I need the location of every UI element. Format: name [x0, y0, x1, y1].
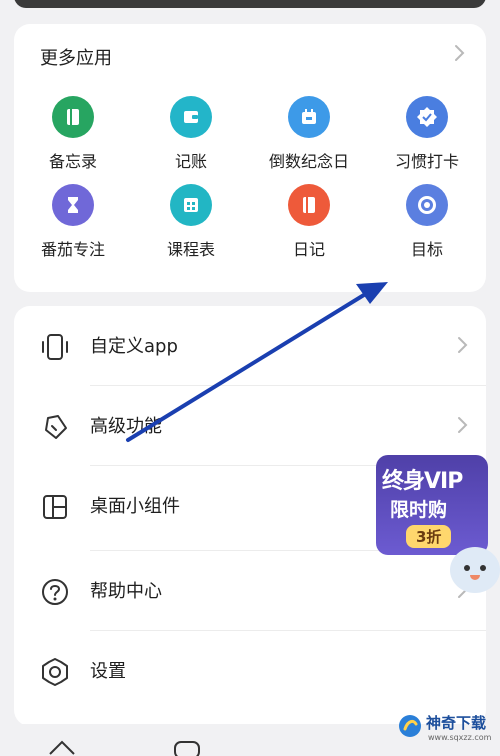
app-label: 课程表	[166, 240, 215, 259]
phone-customize-icon	[42, 334, 68, 360]
promo-line2: 限时购	[390, 499, 448, 521]
premium-tag-icon	[45, 415, 67, 439]
app-label: 记账	[174, 152, 207, 171]
app-item-countdown[interactable]: 倒数纪念日	[250, 96, 368, 172]
app-item-diary[interactable]: 日记	[250, 184, 368, 260]
app-label: 倒数纪念日	[268, 152, 349, 171]
notebook-icon	[67, 109, 79, 125]
menu-label: 高级功能	[90, 416, 162, 437]
chevron-right-icon	[458, 417, 468, 433]
wallet-icon	[184, 111, 198, 123]
more-apps-title: 更多应用	[40, 48, 112, 69]
menu-item-settings[interactable]: 设置	[14, 631, 486, 711]
app-item-bookkeeping[interactable]: 记账	[132, 96, 250, 172]
app-label: 目标	[410, 240, 443, 259]
calendar-icon	[302, 109, 316, 124]
app-item-habit[interactable]: 习惯打卡	[368, 96, 486, 172]
menu-label: 设置	[90, 661, 126, 682]
watermark-url: www.sqxzz.com	[428, 733, 492, 742]
app-label: 番茄专注	[40, 240, 105, 259]
app-item-goal[interactable]: 目标	[368, 184, 486, 260]
top-bar-edge	[14, 0, 486, 8]
app-item-memo[interactable]: 备忘录	[14, 96, 132, 172]
vip-promo-banner[interactable]: 终身VIP 限时购 3折	[376, 455, 500, 605]
menu-label: 桌面小组件	[90, 496, 180, 517]
chevron-right-icon[interactable]	[448, 42, 470, 64]
promo-discount-tag: 3折	[406, 525, 452, 548]
app-label: 备忘录	[48, 152, 97, 171]
menu-item-custom-app[interactable]: 自定义app	[14, 306, 486, 386]
app-label: 习惯打卡	[394, 152, 459, 171]
help-icon	[42, 579, 68, 605]
cloud-mascot-icon	[450, 547, 500, 593]
site-watermark: 神奇下载 www.sqxzz.com	[396, 710, 500, 750]
menu-item-premium[interactable]: 高级功能	[14, 386, 486, 466]
timetable-icon	[184, 198, 198, 212]
target-icon	[418, 196, 436, 214]
promo-line1: 终身VIP	[382, 469, 463, 494]
menu-label: 帮助中心	[90, 581, 162, 602]
more-apps-card: 更多应用 备忘录 记账 倒数纪念日 习惯打卡 番茄专注 课程表 日记 目标	[14, 24, 486, 292]
chevron-right-icon	[458, 337, 468, 353]
check-badge-icon	[417, 107, 437, 127]
diary-icon	[303, 197, 315, 213]
app-label: 日记	[292, 240, 325, 259]
hourglass-icon	[68, 197, 78, 213]
widget-icon	[43, 495, 67, 519]
home-tab-icon[interactable]	[47, 736, 77, 756]
app-item-timetable[interactable]: 课程表	[132, 184, 250, 260]
chat-tab-icon[interactable]	[172, 736, 202, 756]
watermark-logo-icon	[399, 715, 421, 737]
promo-badge: 终身VIP 限时购 3折	[376, 455, 488, 555]
app-item-pomodoro[interactable]: 番茄专注	[14, 184, 132, 260]
menu-label: 自定义app	[90, 336, 178, 357]
watermark-name: 神奇下载	[426, 714, 487, 732]
settings-gear-icon	[42, 658, 68, 686]
